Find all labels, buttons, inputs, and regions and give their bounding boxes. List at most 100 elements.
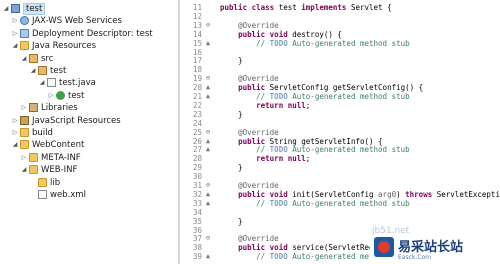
code-line[interactable]: // TODO Auto-generated method stub <box>220 38 410 49</box>
code-token: ; <box>305 154 311 164</box>
tree-item[interactable]: ◢ src <box>20 53 53 65</box>
code-token: return null <box>256 154 306 164</box>
code-token: // <box>256 252 270 262</box>
tree-item[interactable]: ▷ Deployment Descriptor: test <box>11 28 153 40</box>
expand-closed-icon[interactable]: ▷ <box>20 152 28 164</box>
tree-item-label: build <box>32 128 53 138</box>
code-token: Auto-generated method stub <box>287 38 410 48</box>
code-editor[interactable]: public class test implements Servlet { @… <box>216 0 500 264</box>
override-marker-icon[interactable]: ▲ <box>204 91 212 102</box>
code-line[interactable]: } <box>220 55 243 66</box>
code-line[interactable]: // TODO Auto-generated meth <box>220 251 378 262</box>
code-token: Auto-generated meth <box>287 252 379 262</box>
expand-open-icon[interactable]: ◢ <box>11 139 19 151</box>
tree-item[interactable]: ◢ test <box>29 65 66 77</box>
expand-open-icon[interactable]: ◢ <box>20 53 28 65</box>
tree-item-label: META-INF <box>41 152 81 163</box>
tree-item-label: src <box>41 53 54 64</box>
watermark-logo-icon <box>374 237 394 257</box>
tree-item-label: test <box>23 3 46 15</box>
tree-item-label: test.java <box>59 78 96 89</box>
folder-icon <box>20 128 29 137</box>
fold-collapse-icon[interactable]: ⊖ <box>204 20 212 31</box>
folder-icon <box>29 165 38 175</box>
tree-item[interactable]: ▷ test <box>47 90 84 102</box>
tree-item[interactable]: ◢ WEB-INF <box>20 164 77 176</box>
source-folder-icon <box>29 53 38 63</box>
tree-item-label: web.xml <box>50 190 86 200</box>
tree-item[interactable]: ▷ META-INF <box>20 152 81 164</box>
expand-closed-icon[interactable]: ▷ <box>11 15 19 27</box>
libraries-icon <box>29 103 38 113</box>
code-line[interactable]: // TODO Auto-generated method stub <box>220 198 410 209</box>
expand-closed-icon[interactable]: ▷ <box>11 127 19 139</box>
tree-item-label: JavaScript Resources <box>32 115 121 126</box>
code-token: TODO <box>269 252 288 262</box>
override-marker-icon[interactable]: ▲ <box>204 198 212 209</box>
tree-item[interactable]: ▷ build <box>11 127 53 139</box>
tree-item[interactable]: ▷ JavaScript Resources <box>11 115 121 127</box>
expand-open-icon[interactable]: ◢ <box>20 164 28 176</box>
tree-item[interactable]: web.xml <box>29 189 86 201</box>
class-icon <box>56 90 65 100</box>
expand-open-icon[interactable]: ◢ <box>38 77 46 89</box>
javascript-resources-icon <box>20 115 29 125</box>
code-line[interactable]: } <box>220 216 243 227</box>
override-marker-icon[interactable]: ▲ <box>204 251 212 262</box>
web-services-icon <box>20 16 29 26</box>
code-line[interactable]: } <box>220 162 243 173</box>
tree-item-label: test <box>68 90 85 101</box>
expand-closed-icon[interactable]: ▷ <box>47 90 55 102</box>
code-token: ServletException { <box>436 189 500 199</box>
code-token: TODO <box>269 198 288 208</box>
code-line[interactable]: } <box>220 109 243 120</box>
tree-item-label: Libraries <box>41 103 78 114</box>
override-marker-icon[interactable]: ▲ <box>204 144 212 155</box>
site-watermark: jb51.net 易采站长站 Easck.Com <box>370 226 500 264</box>
expand-closed-icon[interactable]: ▷ <box>20 102 28 114</box>
project-icon <box>11 4 20 13</box>
tree-item[interactable]: ◢ Java Resources <box>11 40 96 52</box>
code-token: } <box>220 56 243 66</box>
expand-open-icon[interactable]: ◢ <box>29 65 37 77</box>
code-token: } <box>220 216 243 226</box>
package-icon <box>38 66 47 75</box>
watermark-subtitle: Easck.Com <box>398 254 431 261</box>
code-token: public class <box>220 3 279 12</box>
code-token: // <box>256 38 270 48</box>
expand-open-icon[interactable]: ◢ <box>2 3 10 15</box>
tree-item-label: JAX-WS Web Services <box>32 16 122 27</box>
tree-item-label: Deployment Descriptor: test <box>32 28 153 39</box>
code-token: // <box>256 198 270 208</box>
code-token: test <box>278 3 302 12</box>
tree-item[interactable]: lib <box>29 177 60 189</box>
watermark-title: 易采站长站 <box>398 240 464 255</box>
tree-item[interactable]: ◢ test <box>2 3 46 15</box>
fold-collapse-icon[interactable]: ⊖ <box>204 233 212 244</box>
code-token: throws <box>405 189 437 199</box>
expand-closed-icon[interactable]: ▷ <box>11 28 19 40</box>
code-token: Auto-generated method stub <box>287 198 410 208</box>
override-marker-icon[interactable]: ▲ <box>204 38 212 49</box>
tree-item[interactable]: ◢ test.java <box>38 77 96 89</box>
code-token: ; <box>305 100 311 110</box>
code-token: Servlet { <box>350 3 392 12</box>
expand-closed-icon[interactable]: ▷ <box>11 115 19 127</box>
tree-item[interactable]: ▷ Libraries <box>20 102 78 114</box>
tree-item[interactable]: ◢ WebContent <box>11 139 84 151</box>
editor-gutter: 11 12 13 ⊖ 14 15 ▲ 16 17 18 19 ⊖ 20 ▲ 21 ▲ 22 23 24 25 ⊖ 26 ▲ 2… <box>180 0 216 264</box>
tree-item-label: lib <box>50 177 61 188</box>
tree-item[interactable]: ▷ JAX-WS Web Services <box>11 15 122 27</box>
tree-item-label: Java Resources <box>32 41 97 52</box>
line-number: 39 <box>192 252 202 262</box>
deployment-descriptor-icon <box>20 28 29 38</box>
java-file-icon <box>47 78 56 88</box>
folder-icon <box>38 177 47 187</box>
code-line[interactable]: public class test implements Servlet { <box>220 2 392 13</box>
code-token: implements <box>301 3 351 12</box>
folder-icon <box>20 140 29 150</box>
expand-open-icon[interactable]: ◢ <box>11 40 19 52</box>
